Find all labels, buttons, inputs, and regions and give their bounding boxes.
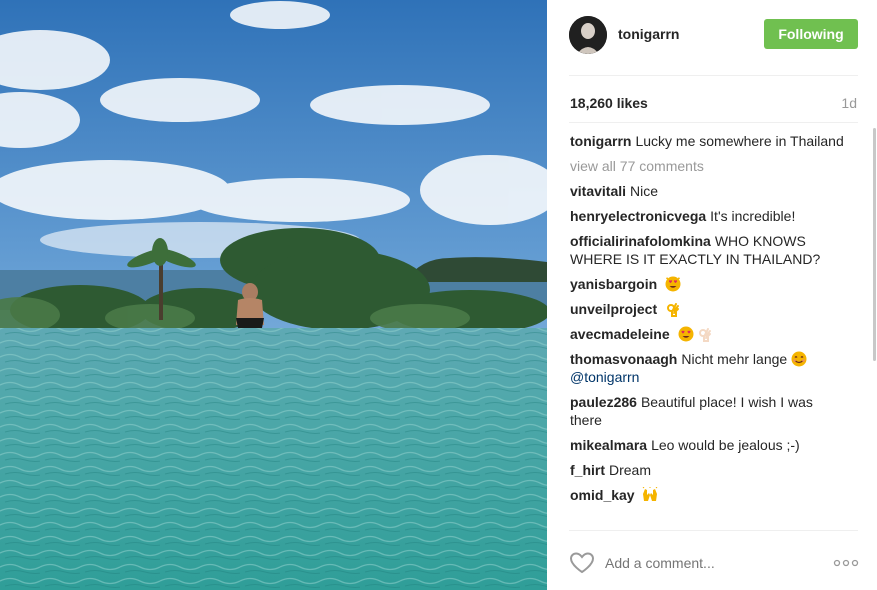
post-time[interactable]: 1d <box>841 95 857 111</box>
comments-list: tonigarrn Lucky me somewhere in Thailand … <box>570 132 848 527</box>
comment-username[interactable]: omid_kay <box>570 487 635 503</box>
comment-item: yanisbargoin <box>570 275 848 293</box>
comment-text: Nice <box>630 183 659 199</box>
comments-scrollbar[interactable] <box>873 128 876 361</box>
caption: tonigarrn Lucky me somewhere in Thailand <box>570 132 848 150</box>
comment-text: Leo would be jealous ;-) <box>651 437 800 453</box>
comment-item: vitavitali Nice <box>570 182 848 200</box>
heart-eyes-emoji-icon <box>678 326 694 342</box>
caption-username[interactable]: tonigarrn <box>570 133 631 149</box>
heart-outline-icon[interactable] <box>569 551 595 575</box>
footer-divider <box>569 530 858 531</box>
add-comment-input[interactable] <box>605 553 805 573</box>
comment-item: omid_kay <box>570 486 848 504</box>
avatar[interactable] <box>569 16 607 54</box>
heart-eyes-emoji-icon <box>665 276 681 292</box>
comment-username[interactable]: avecmadeleine <box>570 326 670 342</box>
comment-text: Dream <box>609 462 652 478</box>
comment-text: It's incredible! <box>710 208 796 224</box>
comment-footer <box>569 545 859 581</box>
mention-link[interactable]: @tonigarrn <box>570 369 639 385</box>
caption-text: Lucky me somewhere in Thailand <box>635 133 844 149</box>
comment-item: f_hirt Dream <box>570 461 848 479</box>
post-details-panel: tonigarrn Following 18,260 likes 1d toni… <box>547 0 877 590</box>
ok-hand-emoji-icon <box>699 328 712 342</box>
comment-username[interactable]: f_hirt <box>570 462 605 478</box>
comment-username[interactable]: officialirinafolomkina <box>570 233 711 249</box>
more-options-icon[interactable] <box>833 557 859 569</box>
comment-item: mikealmara Leo would be jealous ;-) <box>570 436 848 454</box>
comment-item: thomasvonaagh Nicht mehr lange @tonigarrn <box>570 350 848 386</box>
ok-hand-emoji-icon <box>667 303 680 317</box>
raising-hands-emoji-icon <box>643 487 658 501</box>
likes-divider <box>569 122 858 123</box>
comment-item: henryelectronicvega It's incredible! <box>570 207 848 225</box>
following-button[interactable]: Following <box>764 19 858 49</box>
comment-item: paulez286 Beautiful place! I wish I was t… <box>570 393 848 429</box>
view-all-comments-link[interactable]: view all 77 comments <box>570 157 848 175</box>
comment-username[interactable]: henryelectronicvega <box>570 208 706 224</box>
comment-item: avecmadeleine <box>570 325 848 343</box>
comment-username[interactable]: paulez286 <box>570 394 637 410</box>
comment-item: unveilproject <box>570 300 848 318</box>
post-image <box>0 0 547 590</box>
comment-username[interactable]: vitavitali <box>570 183 626 199</box>
post-username[interactable]: tonigarrn <box>618 26 679 42</box>
comment-username[interactable]: thomasvonaagh <box>570 351 677 367</box>
comment-username[interactable]: mikealmara <box>570 437 647 453</box>
avatar-image <box>569 16 607 54</box>
post-header: tonigarrn Following <box>569 16 859 54</box>
comment-username[interactable]: yanisbargoin <box>570 276 657 292</box>
header-divider <box>569 75 858 76</box>
comment-text: Nicht mehr lange <box>681 351 788 367</box>
comment-item: officialirinafolomkina WHO KNOWS WHERE IS… <box>570 232 848 268</box>
likes-count[interactable]: 18,260 likes <box>570 95 648 111</box>
smiling-emoji-icon <box>791 351 807 367</box>
comment-username[interactable]: unveilproject <box>570 301 657 317</box>
post-photo[interactable] <box>0 0 547 590</box>
